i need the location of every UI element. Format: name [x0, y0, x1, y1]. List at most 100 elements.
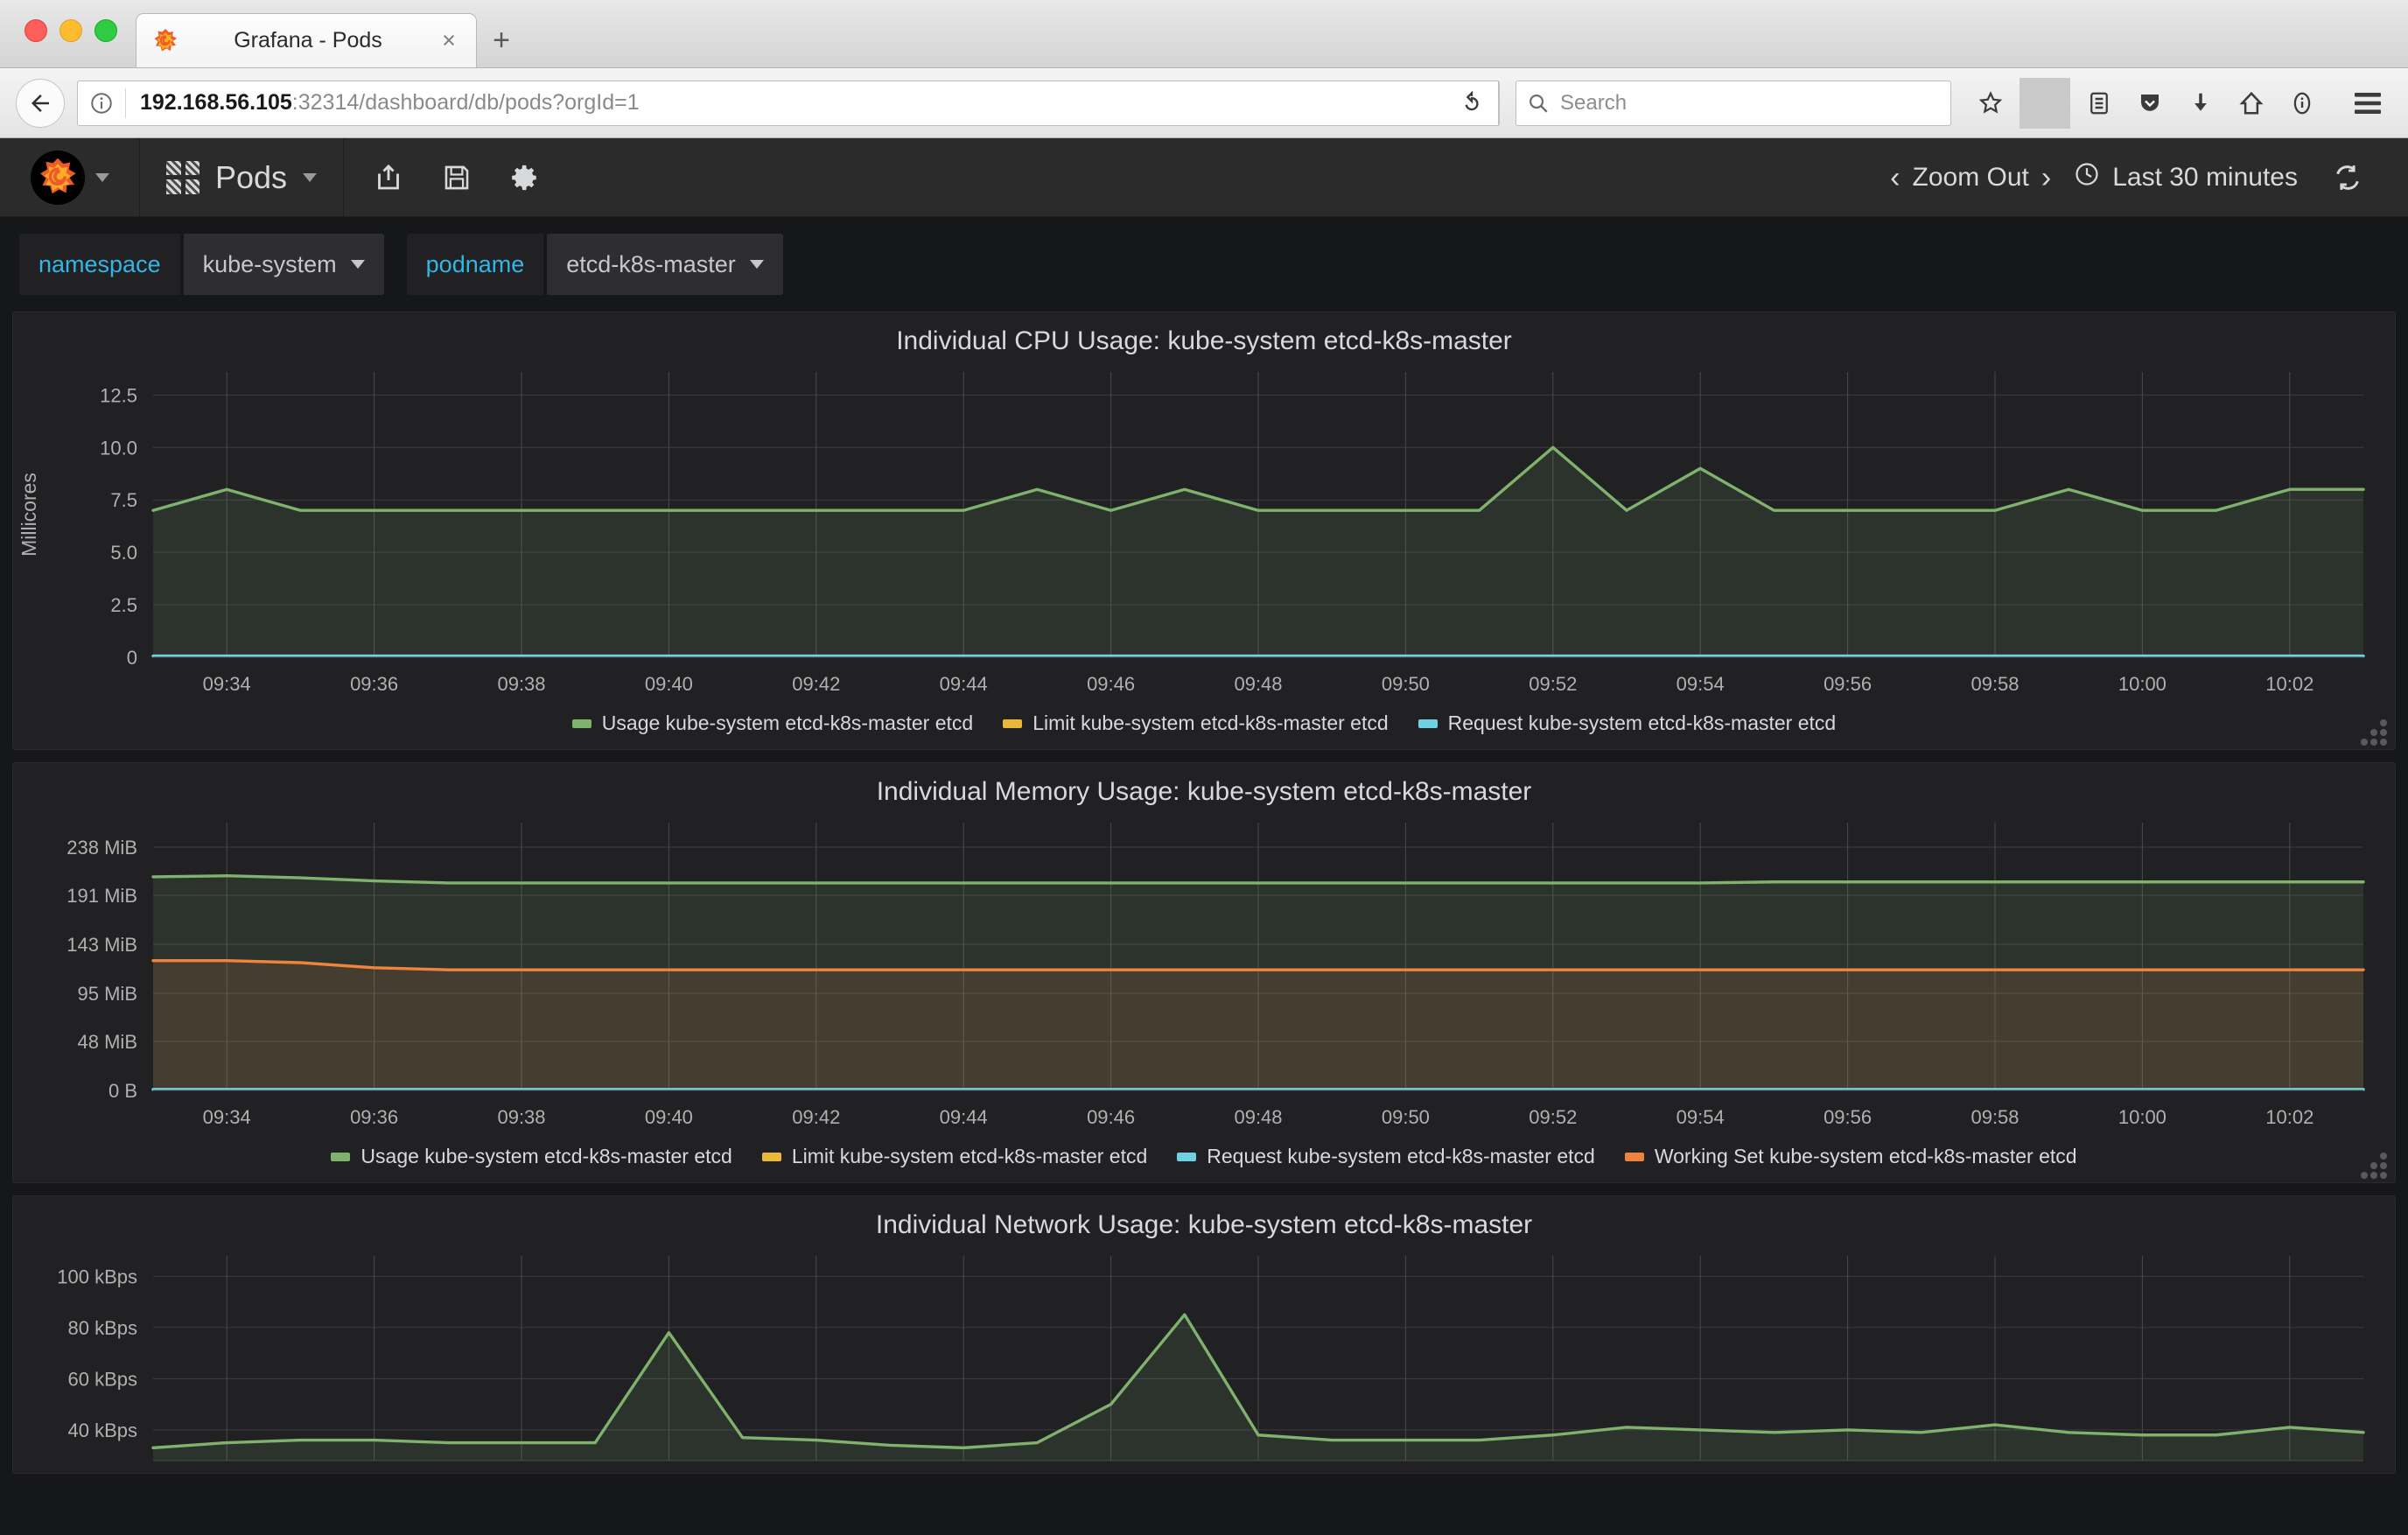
info-icon[interactable]	[78, 91, 125, 116]
zoom-out-button[interactable]: Zoom Out	[1900, 163, 2041, 193]
legend-item[interactable]: Usage kube-system etcd-k8s-master etcd	[571, 711, 974, 735]
chevron-down-icon	[350, 260, 365, 269]
chevron-down-icon[interactable]	[94, 172, 109, 182]
x-axis-tick-label: 09:38	[497, 1106, 545, 1128]
url-host: 192.168.56.105	[140, 90, 292, 115]
panel-title: Individual Memory Usage: kube-system etc…	[876, 777, 1532, 806]
y-axis-tick-label: 40 kBps	[68, 1419, 138, 1441]
memory-usage-legend[interactable]: Usage kube-system etcd-k8s-master etcd Li…	[13, 1136, 2395, 1182]
y-axis-tick-label: 5.0	[110, 542, 137, 564]
browser-navbar: 192.168.56.105:32314/dashboard/db/pods?o…	[0, 68, 2408, 138]
address-bar-url: 192.168.56.105:32314/dashboard/db/pods?o…	[126, 90, 1445, 116]
x-axis-tick-label: 10:00	[2118, 673, 2166, 695]
y-axis-tick-label: 191 MiB	[66, 885, 137, 907]
time-shift-forward-button[interactable]: ›	[2041, 163, 2051, 193]
legend-color-swatch	[1003, 718, 1023, 728]
legend-color-swatch	[1418, 718, 1438, 728]
y-axis-tick-label: 80 kBps	[68, 1317, 138, 1339]
y-axis-tick-label: 238 MiB	[66, 837, 137, 859]
reload-icon[interactable]	[1445, 80, 1499, 126]
variable-label-podname: podname	[406, 234, 544, 295]
x-axis-tick-label: 09:52	[1529, 673, 1577, 695]
navbar-spacer	[570, 138, 1890, 216]
cpu-usage-legend[interactable]: Usage kube-system etcd-k8s-master etcd Li…	[13, 703, 2395, 749]
grafana-logo-icon	[150, 26, 180, 56]
address-bar[interactable]: 192.168.56.105:32314/dashboard/db/pods?o…	[77, 80, 1500, 126]
legend-item[interactable]: Limit kube-system etcd-k8s-master etcd	[1003, 711, 1389, 735]
panel-resize-handle[interactable]	[2361, 719, 2387, 746]
time-range-picker[interactable]: Last 30 minutes	[2051, 161, 2320, 194]
x-axis-tick-label: 09:44	[940, 1106, 988, 1128]
search-input[interactable]: Search	[1516, 80, 1951, 126]
variable-value-podname[interactable]: etcd-k8s-master	[547, 234, 783, 295]
y-axis-tick-label: 0 B	[108, 1080, 137, 1102]
legend-label: Request kube-system etcd-k8s-master etcd	[1207, 1145, 1595, 1167]
back-icon[interactable]	[16, 78, 65, 128]
legend-color-swatch	[1624, 1152, 1644, 1161]
memory-usage-panel[interactable]: Individual Memory Usage: kube-system etc…	[12, 762, 2396, 1183]
refresh-dashboard-button[interactable]	[2320, 163, 2382, 193]
search-placeholder: Search	[1560, 90, 1628, 115]
x-axis-tick-label: 09:54	[1676, 1106, 1725, 1128]
browser-tab[interactable]: Grafana - Pods ×	[136, 13, 477, 67]
x-axis-tick-label: 09:40	[645, 673, 693, 695]
page-action-icon[interactable]	[2277, 78, 2328, 129]
legend-item[interactable]: Working Set kube-system etcd-k8s-master …	[1624, 1145, 2077, 1168]
memory-usage-plot[interactable]: 0 B 48 MiB 95 MiB 143 MiB 191 MiB 238 MiB 09:3…	[13, 812, 2395, 1136]
network-usage-graph[interactable]: 40 kBps 60 kBps 80 kBps 100 kBps	[13, 1245, 2395, 1473]
panel-resize-handle[interactable]	[2361, 1153, 2387, 1179]
share-dashboard-button[interactable]	[354, 138, 423, 217]
bookmark-star-icon[interactable]	[1965, 78, 2016, 129]
browser-tabstrip: Grafana - Pods × +	[136, 0, 526, 67]
x-axis-tick-label: 09:50	[1382, 673, 1430, 695]
legend-label: Usage kube-system etcd-k8s-master etcd	[601, 711, 974, 734]
downloads-icon[interactable]	[2175, 78, 2226, 129]
x-axis-tick-label: 09:46	[1087, 1106, 1135, 1128]
save-dashboard-button[interactable]	[423, 138, 491, 217]
page-title: Pods	[215, 158, 288, 195]
legend-item[interactable]: Usage kube-system etcd-k8s-master etcd	[331, 1145, 732, 1168]
legend-item[interactable]: Limit kube-system etcd-k8s-master etcd	[761, 1145, 1147, 1168]
template-variable-namespace[interactable]: namespace kube-system	[19, 234, 384, 295]
cpu-usage-graph[interactable]: 0 2.5 5.0 7.5 10.0 12.5 09:34 09:36 09:38 09:40 09…	[13, 361, 2395, 703]
y-axis-tick-label: 10.0	[100, 437, 137, 459]
pocket-icon[interactable]	[2124, 78, 2175, 129]
legend-item[interactable]: Request kube-system etcd-k8s-master etcd	[1418, 711, 1836, 735]
maximize-window-button[interactable]	[94, 19, 117, 42]
x-axis-tick-label: 09:42	[792, 1106, 840, 1128]
new-tab-button[interactable]: +	[477, 13, 526, 67]
template-variable-podname[interactable]: podname etcd-k8s-master	[406, 234, 783, 295]
hamburger-menu-icon[interactable]	[2343, 78, 2392, 129]
y-axis-tick-label: 48 MiB	[78, 1031, 137, 1053]
legend-item[interactable]: Request kube-system etcd-k8s-master etcd	[1177, 1145, 1595, 1168]
variable-value-text: etcd-k8s-master	[566, 250, 736, 277]
network-usage-plot[interactable]: 40 kBps 60 kBps 80 kBps 100 kBps	[13, 1245, 2395, 1473]
dashboard-title-button[interactable]: Pods	[140, 138, 345, 216]
memory-usage-graph[interactable]: 0 B 48 MiB 95 MiB 143 MiB 191 MiB 238 MiB 09:3…	[13, 812, 2395, 1136]
x-axis-tick-label: 09:48	[1234, 1106, 1282, 1128]
variable-value-text: kube-system	[202, 250, 337, 277]
legend-color-swatch	[331, 1152, 351, 1161]
home-icon[interactable]	[2226, 78, 2277, 129]
legend-color-swatch	[761, 1152, 781, 1161]
time-range-label: Last 30 minutes	[2112, 162, 2298, 192]
timepicker-controls: ‹ Zoom Out › Last 30 minutes	[1890, 138, 2408, 216]
x-axis-tick-label: 09:56	[1824, 1106, 1872, 1128]
dashboard-settings-button[interactable]	[491, 138, 559, 217]
cpu-usage-plot[interactable]: 0 2.5 5.0 7.5 10.0 12.5 09:34 09:36 09:38 09:40 09…	[13, 361, 2395, 703]
window-traffic-lights[interactable]	[24, 19, 117, 42]
variable-value-namespace[interactable]: kube-system	[183, 234, 384, 295]
close-window-button[interactable]	[24, 19, 47, 42]
reading-list-icon[interactable]	[2074, 78, 2124, 129]
network-usage-panel[interactable]: Individual Network Usage: kube-system et…	[12, 1195, 2396, 1474]
cpu-usage-panel[interactable]: Individual CPU Usage: kube-system etcd-k…	[12, 312, 2396, 750]
grafana-app: Pods ‹ Zoom Out › Last 30 minutes namesp…	[0, 138, 2408, 1474]
chevron-down-icon[interactable]	[303, 172, 318, 182]
minimize-window-button[interactable]	[60, 19, 82, 42]
x-axis-tick-label: 10:02	[2265, 673, 2314, 695]
close-icon[interactable]: ×	[436, 27, 462, 54]
panel-title: Individual Network Usage: kube-system et…	[875, 1210, 1533, 1239]
url-path: :32314/dashboard/db/pods?orgId=1	[291, 90, 640, 115]
time-shift-back-button[interactable]: ‹	[1890, 163, 1900, 193]
grafana-home-button[interactable]	[0, 138, 140, 216]
